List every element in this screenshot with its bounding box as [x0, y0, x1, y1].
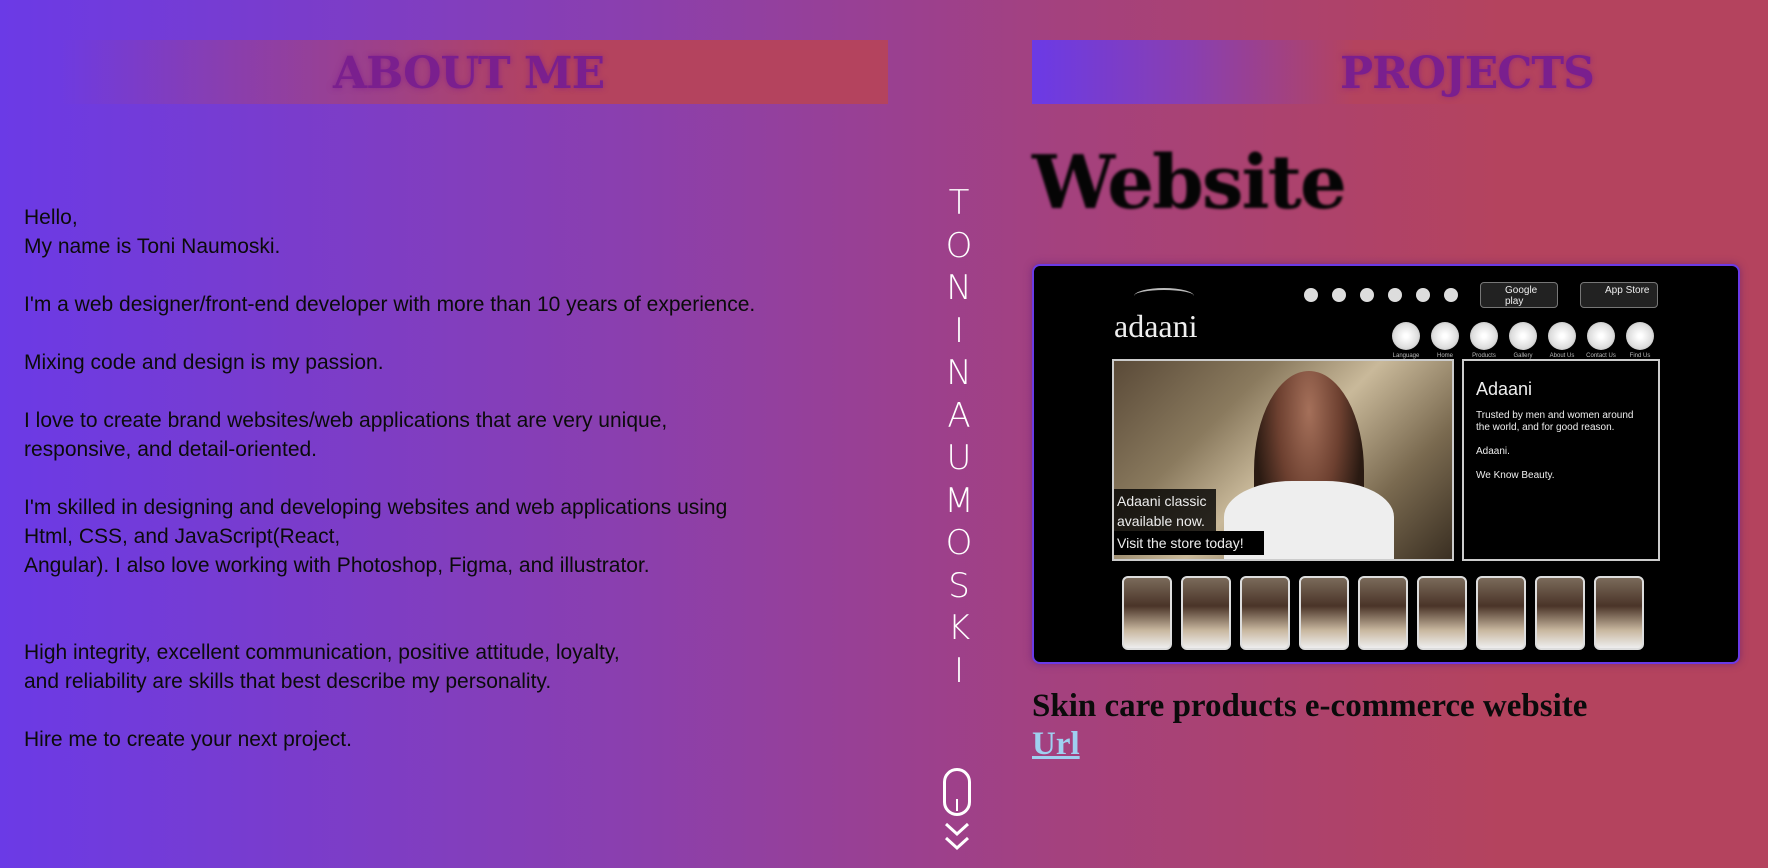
- name-letter: I: [953, 310, 965, 351]
- thumbnail: [1240, 576, 1290, 650]
- thumbnail: [1594, 576, 1644, 650]
- name-letter: T: [948, 183, 970, 223]
- thumbnail: [1476, 576, 1526, 650]
- chevron-double-down-icon[interactable]: [943, 820, 971, 854]
- hero-image: Adaani classic available now. Visit the …: [1112, 359, 1454, 561]
- flickr-icon: [1332, 288, 1346, 302]
- info-box: Adaani Trusted by men and women around t…: [1462, 359, 1660, 561]
- google-icon: [1388, 288, 1402, 302]
- thumbnail: [1122, 576, 1172, 650]
- vertical-name: T O N I N A U M O S K I: [942, 182, 976, 692]
- app-store-badge: App Store: [1580, 282, 1658, 308]
- facebook-icon: [1444, 288, 1458, 302]
- about-paragraph: I'm a web designer/front-end developer w…: [24, 293, 756, 316]
- tumblr-icon: [1416, 288, 1430, 302]
- about-header-bar: ABOUT ME: [60, 40, 888, 104]
- logo-ornament: [1134, 288, 1194, 304]
- about-text: Hello, My name is Toni Naumoski. I'm a w…: [24, 203, 874, 754]
- language-icon: [1392, 322, 1420, 350]
- projects-heading: PROJECTS: [1340, 48, 1595, 99]
- name-letter: N: [946, 353, 972, 393]
- project-screenshot[interactable]: adaani Google play App Store Language Ho…: [1032, 264, 1740, 664]
- app-store-label: App Store: [1605, 285, 1650, 296]
- home-icon: [1431, 322, 1459, 350]
- skype-icon: [1304, 288, 1318, 302]
- info-line: Adaani.: [1476, 446, 1510, 457]
- about-heading: ABOUT ME: [333, 48, 605, 99]
- name-letter: I: [953, 650, 965, 691]
- project-description: Skin care products e-commerce website: [1032, 688, 1588, 724]
- name-letter: K: [947, 608, 971, 648]
- name-letter: M: [944, 480, 974, 521]
- name-letter: S: [948, 565, 970, 606]
- thumbnail: [1417, 576, 1467, 650]
- google-play-label: Google play: [1505, 285, 1538, 307]
- thumbnail: [1535, 576, 1585, 650]
- name-letter: N: [946, 268, 972, 308]
- hero-caption-line: Visit the store today!: [1114, 531, 1264, 555]
- about-paragraph: Mixing code and design is my passion.: [24, 351, 384, 374]
- thumbnail: [1358, 576, 1408, 650]
- about-paragraph: Hello, My name is Toni Naumoski.: [24, 206, 281, 258]
- find-us-icon: [1626, 322, 1654, 350]
- name-letter: O: [945, 523, 973, 563]
- project-category-title: Website: [1032, 140, 1347, 226]
- gallery-icon: [1509, 322, 1537, 350]
- products-icon: [1470, 322, 1498, 350]
- site-logo: adaani: [1114, 308, 1198, 344]
- project-url-link[interactable]: Url: [1032, 726, 1080, 763]
- thumbnail: [1299, 576, 1349, 650]
- contact-icon: [1587, 322, 1615, 350]
- name-letter: O: [945, 225, 973, 266]
- about-icon: [1548, 322, 1576, 350]
- name-letter: U: [946, 438, 972, 478]
- pinterest-icon: [1360, 288, 1374, 302]
- about-paragraph: High integrity, excellent communication,…: [24, 641, 620, 693]
- thumbnail: [1181, 576, 1231, 650]
- hero-caption-line: Adaani classic: [1117, 493, 1207, 509]
- google-play-badge: Google play: [1480, 282, 1558, 308]
- name-letter: A: [947, 395, 971, 436]
- info-line: We Know Beauty.: [1476, 470, 1555, 481]
- projects-header-bar: PROJECTS: [1032, 40, 1595, 104]
- about-paragraph: I'm skilled in designing and developing …: [24, 496, 728, 577]
- hero-caption-line: available now.: [1117, 513, 1205, 529]
- about-paragraph: I love to create brand websites/web appl…: [24, 409, 668, 461]
- hero-caption: Adaani classic available now.: [1114, 489, 1216, 533]
- about-paragraph: Hire me to create your next project.: [24, 728, 352, 751]
- mouse-scroll-icon[interactable]: [943, 768, 971, 816]
- info-line: Trusted by men and women around the worl…: [1476, 410, 1634, 433]
- info-title: Adaani: [1476, 379, 1533, 399]
